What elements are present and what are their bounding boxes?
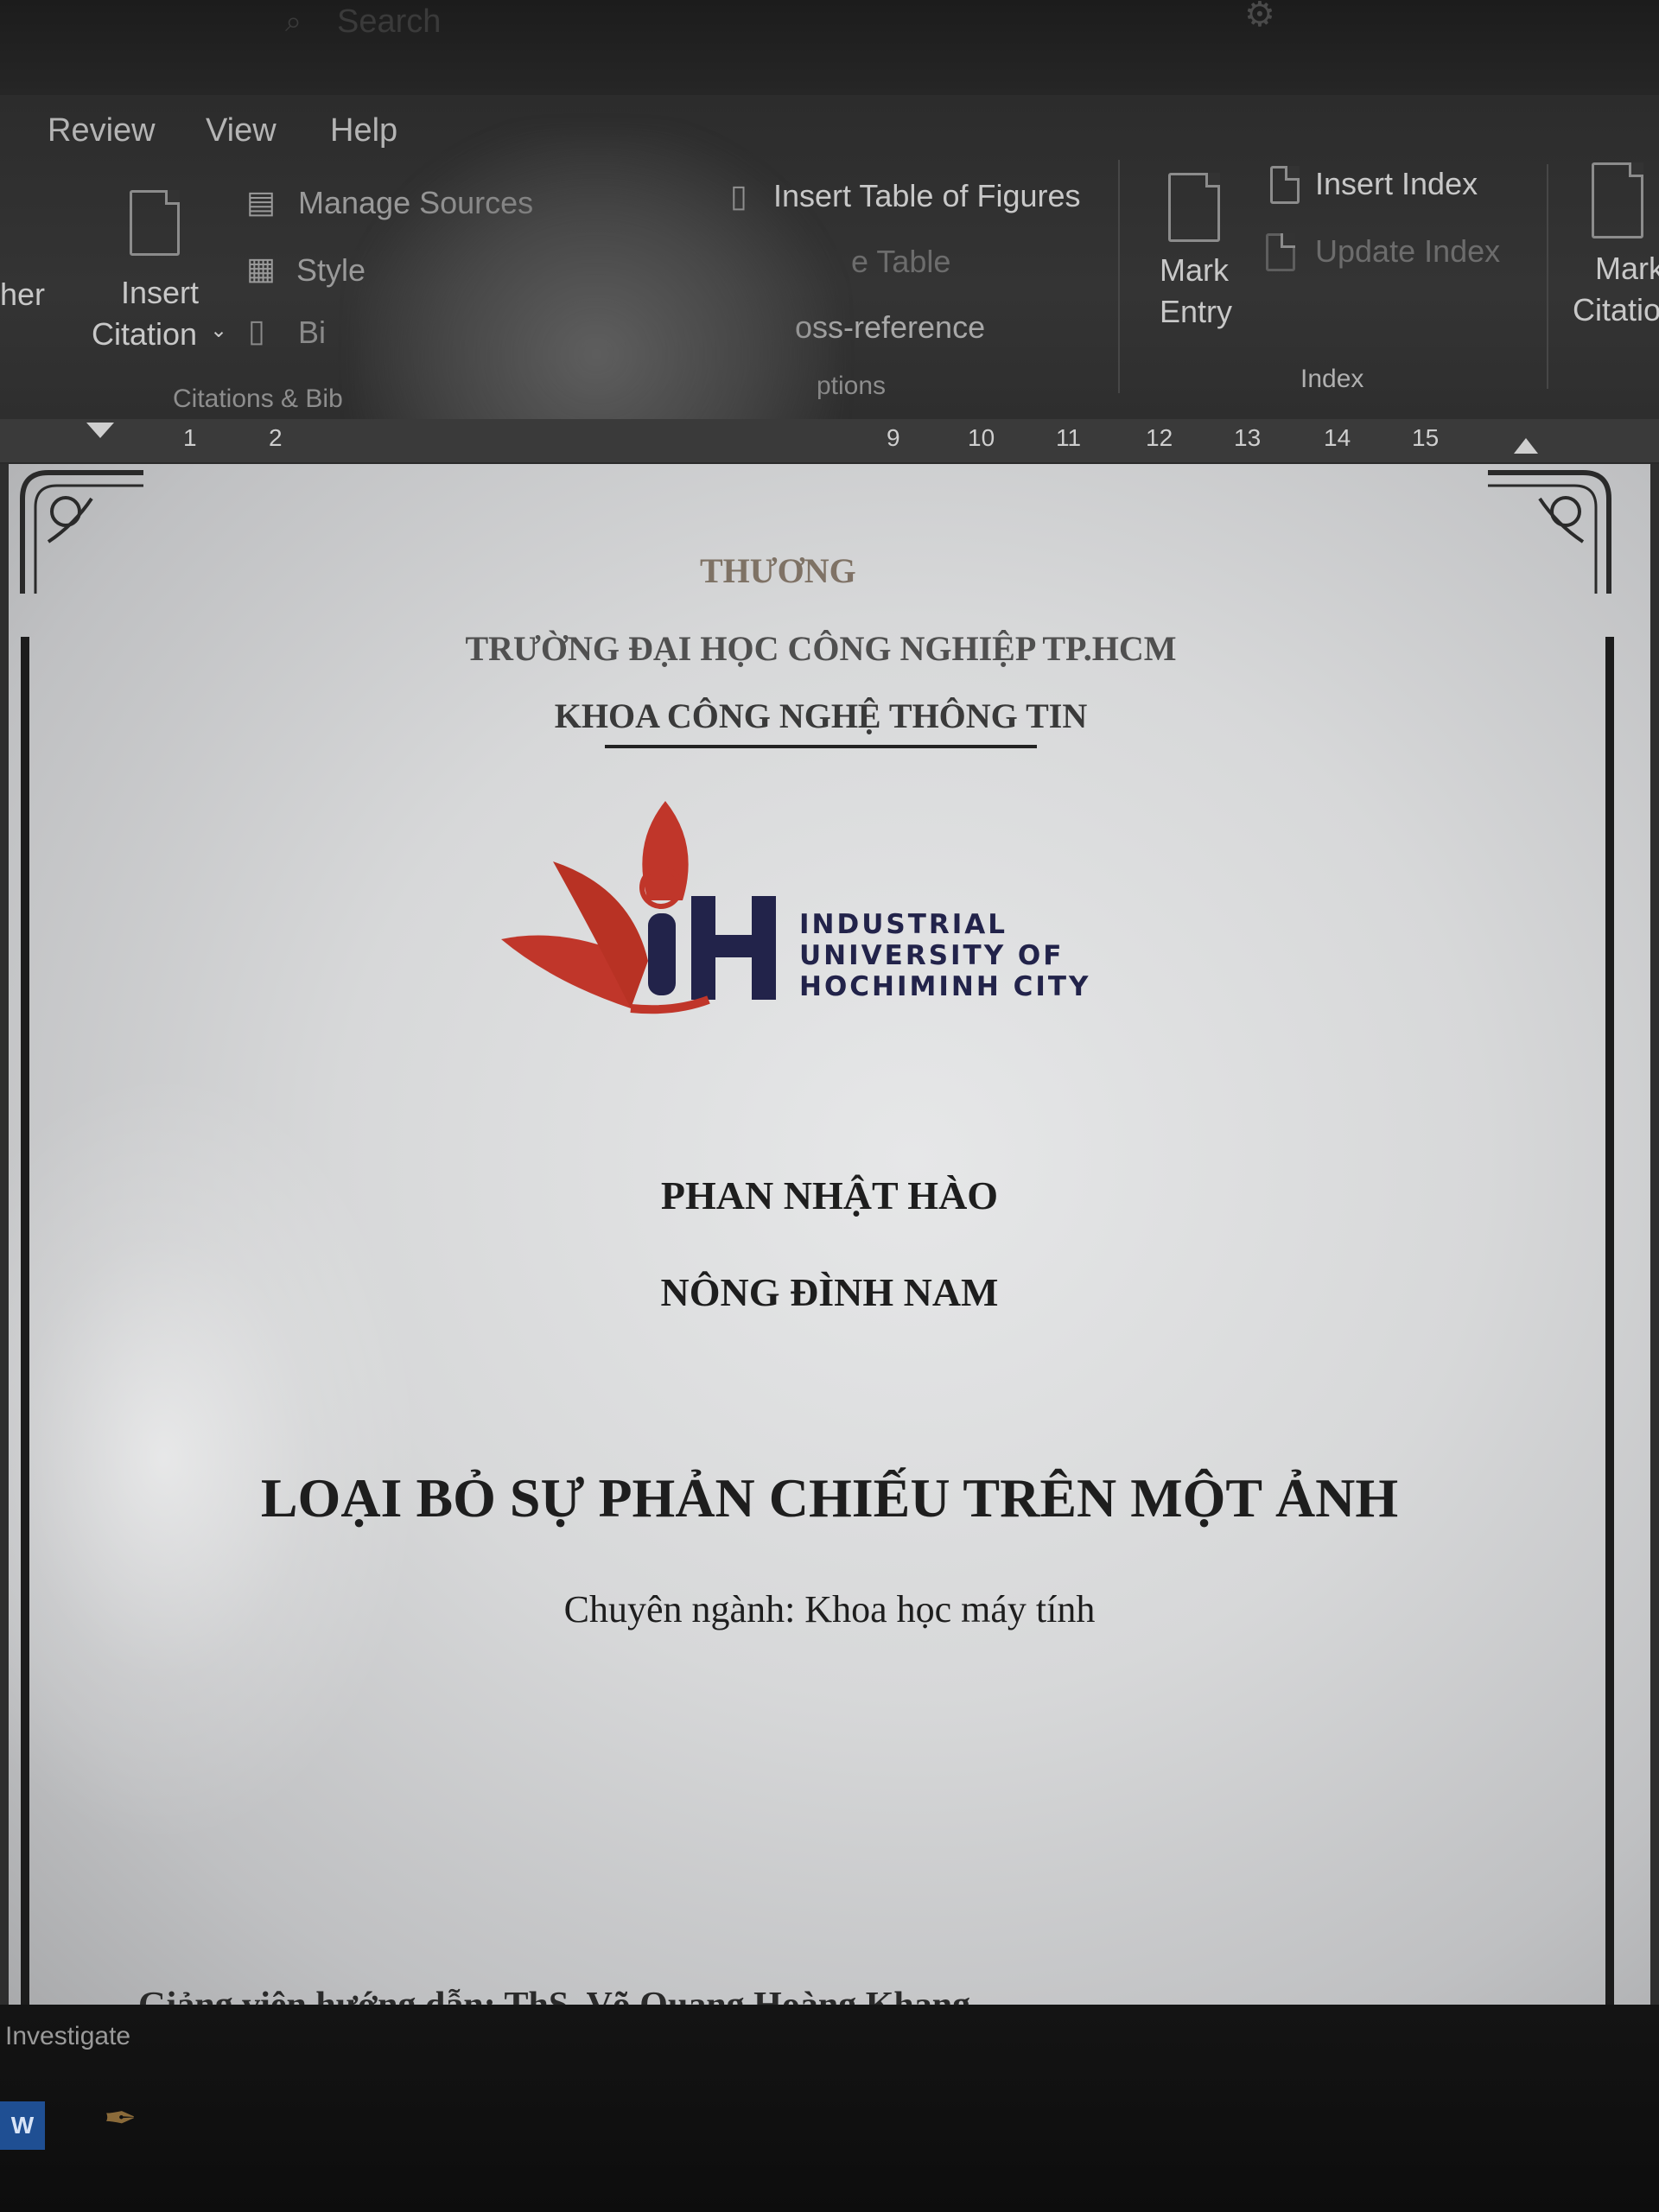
insert-index-icon[interactable] bbox=[1270, 166, 1300, 204]
mark-entry-line1[interactable]: Mark bbox=[1160, 252, 1229, 289]
word-app-icon[interactable]: W bbox=[0, 2101, 45, 2150]
document-area: THƯƠNG TRƯỜNG ĐẠI HỌC CÔNG NGHIỆP TP.HCM… bbox=[0, 464, 1659, 2005]
ruler-number: 11 bbox=[1056, 424, 1082, 451]
thesis-title: LOẠI BỎ SỰ PHẢN CHIẾU TRÊN MỘT ẢNH bbox=[260, 1467, 1399, 1529]
ministry-line: THƯƠNG bbox=[700, 551, 856, 590]
style-icon[interactable]: ▦ bbox=[246, 251, 276, 287]
update-index-icon[interactable] bbox=[1266, 233, 1295, 271]
ribbon-separator bbox=[1547, 164, 1548, 389]
author-name: NÔNG ĐÌNH NAM bbox=[660, 1270, 999, 1314]
insert-index-button[interactable]: Insert Index bbox=[1315, 166, 1478, 202]
mark-citation-button[interactable]: Citatio bbox=[1573, 292, 1659, 328]
search-box[interactable]: Search bbox=[337, 3, 441, 41]
bibliography-icon[interactable]: ▯ bbox=[248, 313, 265, 349]
ribbon-cut-label[interactable]: her bbox=[0, 276, 45, 313]
tab-review[interactable]: Review bbox=[48, 112, 156, 149]
investigate-label[interactable]: Investigate bbox=[5, 2022, 130, 2051]
right-indent-marker[interactable] bbox=[1514, 438, 1538, 454]
document-page[interactable]: THƯƠNG TRƯỜNG ĐẠI HỌC CÔNG NGHIỆP TP.HCM… bbox=[9, 464, 1650, 2005]
insert-citation-button[interactable]: Citation bbox=[92, 316, 197, 353]
author-name: PHAN NHẬT HÀO bbox=[660, 1173, 999, 1217]
logo-text-line: INDUSTRIAL bbox=[799, 909, 1008, 940]
ruler-number: 13 bbox=[1234, 424, 1262, 451]
major-line: Chuyên ngành: Khoa học máy tính bbox=[563, 1588, 1096, 1630]
ruler-number: 2 bbox=[269, 424, 283, 451]
mark-citation-line1[interactable]: Mark bbox=[1595, 251, 1659, 287]
mark-entry-icon[interactable] bbox=[1168, 173, 1220, 242]
logo-text-line: UNIVERSITY OF bbox=[799, 940, 1065, 971]
settings-icon[interactable]: ⚙ bbox=[1244, 0, 1275, 35]
advisor-line: Giảng viên hướng dẫn: ThS. Võ Quang Hoàn… bbox=[138, 1985, 1175, 2005]
tab-view[interactable]: View bbox=[206, 112, 276, 149]
ruler-number: 14 bbox=[1324, 424, 1351, 451]
university-name: TRƯỜNG ĐẠI HỌC CÔNG NGHIỆP TP.HCM bbox=[465, 629, 1177, 668]
mark-entry-button[interactable]: Entry bbox=[1160, 294, 1232, 330]
index-group-label: Index bbox=[1300, 365, 1364, 393]
ribbon-separator bbox=[1118, 160, 1120, 393]
title-bar: ⌕ Search ⚙ bbox=[0, 0, 1659, 95]
pen-icon[interactable]: ✒ bbox=[104, 2094, 137, 2141]
horizontal-ruler[interactable]: 1 2 9 10 11 12 13 14 15 bbox=[0, 419, 1659, 464]
chevron-down-icon[interactable]: ⌄ bbox=[210, 318, 227, 343]
search-icon[interactable]: ⌕ bbox=[285, 5, 302, 39]
mark-citation-icon[interactable] bbox=[1592, 162, 1643, 238]
insert-citation-icon[interactable] bbox=[130, 190, 180, 256]
citations-group-label: Citations & Bib bbox=[173, 385, 343, 413]
page-border-right bbox=[1605, 637, 1614, 2005]
logo-text-line: HOCHIMINH CITY bbox=[799, 971, 1091, 1002]
ruler-number: 10 bbox=[968, 424, 995, 451]
logo-text: INDUSTRIAL UNIVERSITY OF HOCHIMINH CITY bbox=[799, 909, 1090, 1002]
corner-ornament-icon bbox=[1488, 470, 1611, 594]
insert-citation-line1[interactable]: Insert bbox=[121, 275, 199, 311]
indent-marker[interactable] bbox=[86, 423, 114, 438]
faculty-name: KHOA CÔNG NGHỆ THÔNG TIN bbox=[554, 696, 1088, 735]
page-border-left bbox=[21, 637, 29, 2005]
ruler-number: 9 bbox=[887, 424, 900, 451]
ruler-number: 15 bbox=[1412, 424, 1440, 451]
ruler-number: 1 bbox=[183, 424, 197, 451]
update-index-button[interactable]: Update Index bbox=[1315, 233, 1500, 270]
manage-sources-icon[interactable]: ▤ bbox=[246, 184, 276, 220]
ruler-number: 12 bbox=[1146, 424, 1173, 451]
faculty-underline bbox=[605, 745, 1037, 748]
bibliography-button[interactable]: Bi bbox=[298, 315, 326, 351]
taskbar: Investigate W ✒ bbox=[0, 2005, 1659, 2212]
update-table-button[interactable]: e Table bbox=[851, 244, 950, 280]
screen-glare bbox=[9, 1069, 423, 1847]
corner-ornament-icon bbox=[20, 470, 143, 594]
